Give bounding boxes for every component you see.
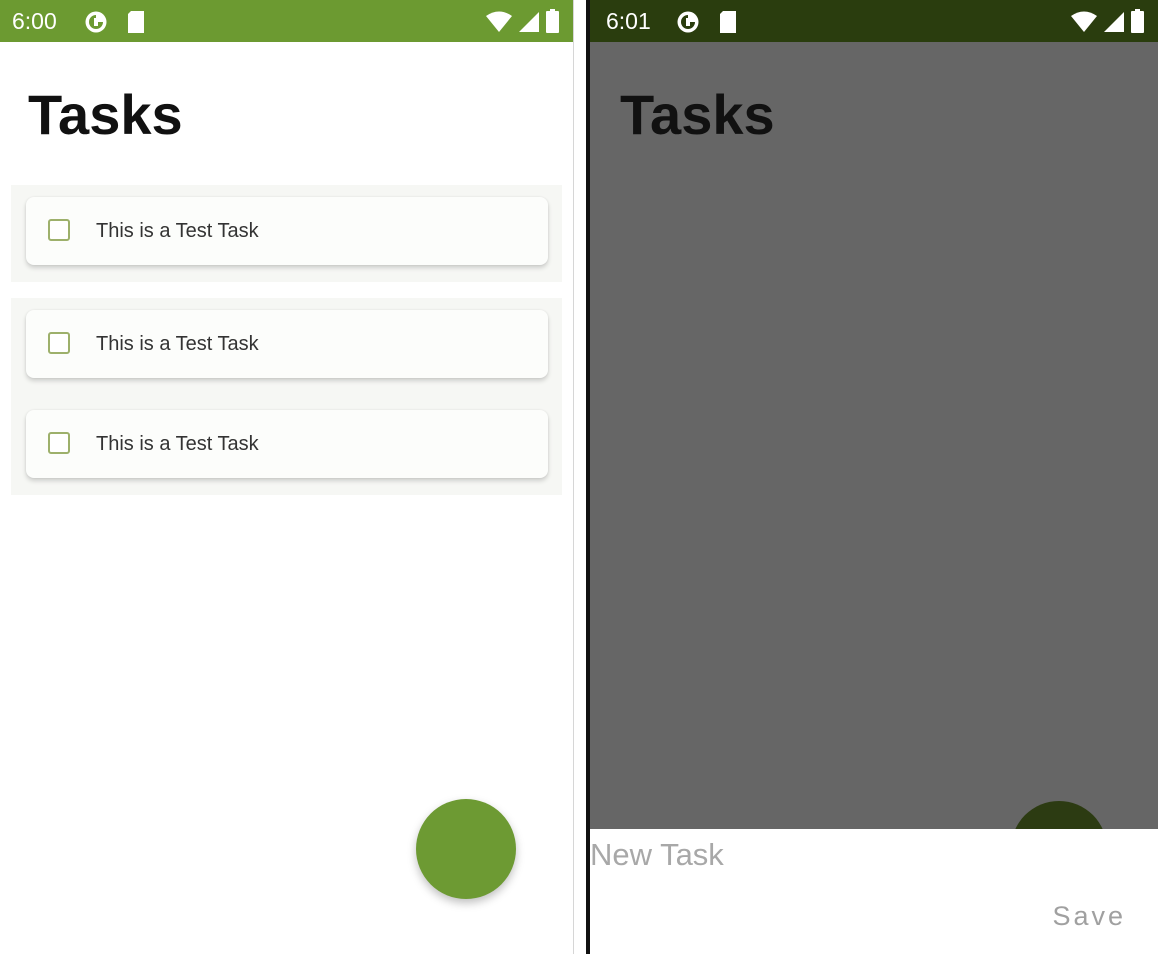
- page-title: Tasks: [28, 83, 183, 146]
- status-time: 6:01: [606, 8, 651, 34]
- page-title: Tasks: [620, 83, 775, 146]
- task-card[interactable]: This is a Test Task: [26, 197, 548, 265]
- sd-card-icon: [720, 11, 736, 33]
- status-right-icons: [1071, 9, 1144, 33]
- status-bar: 6:00: [0, 0, 573, 42]
- status-right-icons: [486, 9, 559, 33]
- status-time: 6:00: [12, 8, 57, 34]
- task-group: This is a Test Task This is a Test Task: [11, 298, 562, 495]
- wifi-icon: [1071, 11, 1097, 32]
- add-task-fab[interactable]: [416, 799, 516, 899]
- cell-signal-icon: [519, 12, 539, 32]
- task-checkbox[interactable]: [48, 432, 70, 454]
- new-task-screen: 6:01 Tasks Save: [590, 0, 1158, 954]
- new-task-input[interactable]: [590, 835, 990, 875]
- cell-signal-icon: [1104, 12, 1124, 32]
- battery-icon: [546, 9, 559, 33]
- task-card[interactable]: This is a Test Task: [26, 410, 548, 478]
- wifi-icon: [486, 11, 512, 32]
- task-label: This is a Test Task: [96, 333, 259, 355]
- task-label: This is a Test Task: [96, 433, 259, 455]
- task-card[interactable]: This is a Test Task: [26, 310, 548, 378]
- data-saver-icon: [677, 11, 699, 33]
- battery-icon: [1131, 9, 1144, 33]
- task-list-screen: 6:00 Tasks This is a Test Task This is a…: [0, 0, 574, 954]
- data-saver-icon: [85, 11, 107, 33]
- task-checkbox[interactable]: [48, 332, 70, 354]
- task-checkbox[interactable]: [48, 219, 70, 241]
- save-button[interactable]: Save: [1052, 901, 1126, 932]
- new-task-sheet: Save: [590, 829, 1158, 954]
- task-group: This is a Test Task: [11, 185, 562, 282]
- status-bar: 6:01: [590, 0, 1158, 42]
- task-label: This is a Test Task: [96, 220, 259, 242]
- sd-card-icon: [128, 11, 144, 33]
